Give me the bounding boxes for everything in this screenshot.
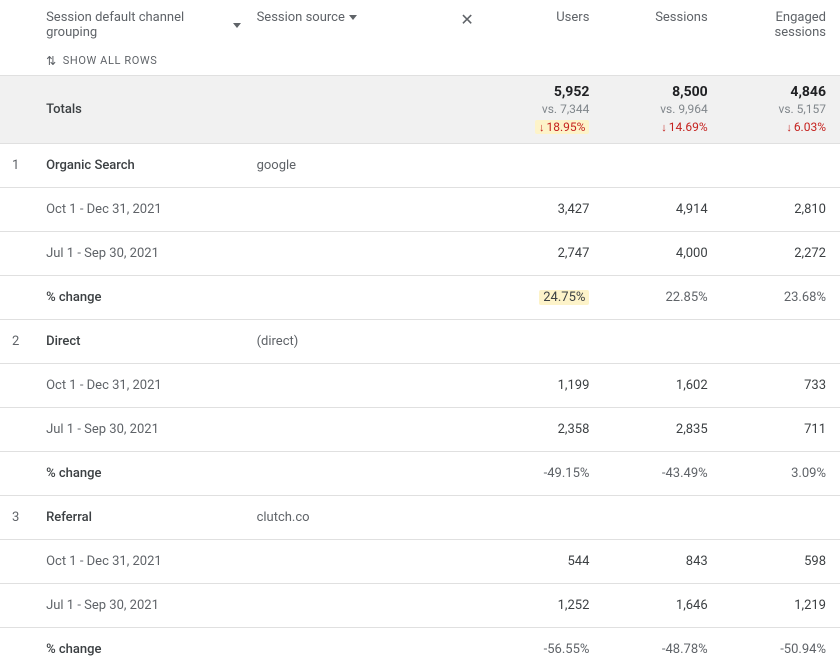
col-header-users[interactable]: Users [485, 0, 603, 76]
channel-name: Direct [38, 320, 249, 364]
table-row-period: Oct 1 - Dec 31, 20211,1991,602733 [0, 364, 840, 408]
cell-engaged-change: -50.94% [722, 628, 840, 671]
col-header-source[interactable]: Session source [249, 0, 449, 76]
source-name: (direct) [249, 320, 486, 364]
cell-users: 2,747 [485, 232, 603, 276]
cell-users: 2,358 [485, 408, 603, 452]
period-label: Jul 1 - Sep 30, 2021 [38, 232, 485, 276]
table-row-change: % change24.75%22.85%23.68% [0, 276, 840, 320]
source-name: clutch.co [249, 496, 486, 540]
col-header-sessions[interactable]: Sessions [603, 0, 721, 76]
channel-name: Referral [38, 496, 249, 540]
cell-sessions: 843 [603, 540, 721, 584]
channel-name: Organic Search [38, 144, 249, 188]
row-index: 3 [0, 496, 38, 540]
cell-sessions: 1,602 [603, 364, 721, 408]
source-name: google [249, 144, 486, 188]
col-header-engaged[interactable]: Engaged sessions [722, 0, 840, 76]
analytics-comparison-table: Session default channel grouping ⇅ SHOW … [0, 0, 840, 671]
table-row-change: % change-56.55%-48.78%-50.94% [0, 628, 840, 671]
period-label: Oct 1 - Dec 31, 2021 [38, 364, 485, 408]
totals-sessions: 8,500 vs. 9,964 ↓14.69% [603, 76, 721, 144]
cell-users: 544 [485, 540, 603, 584]
table-row-group[interactable]: 2Direct(direct) [0, 320, 840, 364]
remove-dimension-button[interactable]: ✕ [449, 0, 485, 76]
table-row-period: Jul 1 - Sep 30, 20212,3582,835711 [0, 408, 840, 452]
change-label: % change [38, 628, 485, 671]
totals-users: 5,952 vs. 7,344 ↓18.95% [485, 76, 603, 144]
cell-sessions: 2,835 [603, 408, 721, 452]
totals-engaged: 4,846 vs. 5,157 ↓6.03% [722, 76, 840, 144]
cell-engaged: 1,219 [722, 584, 840, 628]
cell-engaged: 711 [722, 408, 840, 452]
cell-sessions-change: -43.49% [603, 452, 721, 496]
cell-engaged-change: 23.68% [722, 276, 840, 320]
cell-engaged: 733 [722, 364, 840, 408]
period-label: Jul 1 - Sep 30, 2021 [38, 584, 485, 628]
table-row-change: % change-49.15%-43.49%3.09% [0, 452, 840, 496]
cell-sessions: 4,000 [603, 232, 721, 276]
period-label: Oct 1 - Dec 31, 2021 [38, 540, 485, 584]
cell-users: 1,199 [485, 364, 603, 408]
cell-sessions: 1,646 [603, 584, 721, 628]
cell-sessions-change: 22.85% [603, 276, 721, 320]
table-row-period: Oct 1 - Dec 31, 20213,4274,9142,810 [0, 188, 840, 232]
cell-engaged: 2,810 [722, 188, 840, 232]
close-icon: ✕ [457, 10, 477, 29]
cell-engaged-change: 3.09% [722, 452, 840, 496]
totals-row: Totals 5,952 vs. 7,344 ↓18.95%8,500 vs. 9… [0, 76, 840, 144]
caret-down-icon [349, 15, 357, 20]
period-label: Jul 1 - Sep 30, 2021 [38, 408, 485, 452]
show-all-rows-button[interactable]: ⇅ SHOW ALL ROWS [46, 54, 157, 67]
row-index: 2 [0, 320, 38, 364]
table-row-period: Jul 1 - Sep 30, 20211,2521,6461,219 [0, 584, 840, 628]
caret-down-icon [233, 23, 241, 28]
cell-sessions: 4,914 [603, 188, 721, 232]
cell-users: 1,252 [485, 584, 603, 628]
cell-sessions-change: -48.78% [603, 628, 721, 671]
col-header-channel[interactable]: Session default channel grouping ⇅ SHOW … [38, 0, 249, 76]
table-row-group[interactable]: 1Organic Searchgoogle [0, 144, 840, 188]
table-row-period: Jul 1 - Sep 30, 20212,7474,0002,272 [0, 232, 840, 276]
table-row-group[interactable]: 3Referralclutch.co [0, 496, 840, 540]
cell-users-change: -49.15% [485, 452, 603, 496]
totals-label: Totals [38, 76, 249, 144]
cell-users-change: 24.75% [485, 276, 603, 320]
cell-users-change: -56.55% [485, 628, 603, 671]
cell-engaged: 2,272 [722, 232, 840, 276]
row-index: 1 [0, 144, 38, 188]
period-label: Oct 1 - Dec 31, 2021 [38, 188, 485, 232]
expand-icon: ⇅ [46, 55, 57, 67]
table-row-period: Oct 1 - Dec 31, 2021544843598 [0, 540, 840, 584]
change-label: % change [38, 276, 485, 320]
change-label: % change [38, 452, 485, 496]
cell-users: 3,427 [485, 188, 603, 232]
cell-engaged: 598 [722, 540, 840, 584]
